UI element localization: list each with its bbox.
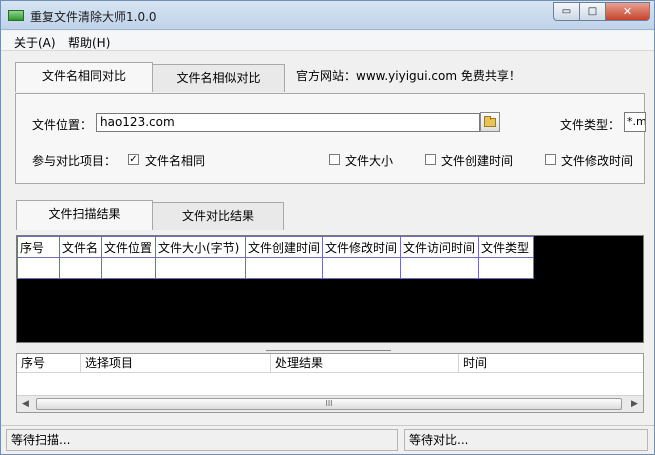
minimize-button[interactable]: ▭ [553, 2, 580, 21]
process-list-header: 序号 选择项目 处理结果 时间 [17, 354, 643, 373]
checkbox-filename-same[interactable]: ✓ [128, 154, 139, 165]
process-list[interactable]: 序号 选择项目 处理结果 时间 ◀ III ▶ [16, 353, 644, 413]
scroll-right-icon[interactable]: ▶ [626, 396, 643, 412]
col-selected-item[interactable]: 选择项目 [81, 354, 271, 373]
col-index[interactable]: 序号 [17, 236, 60, 258]
scroll-left-icon[interactable]: ◀ [17, 396, 34, 412]
table-header-row: 序号 文件名 文件位置 文件大小(字节) 文件创建时间 文件修改时间 文件访问时… [17, 236, 535, 258]
option-filename-same-label: 文件名相同 [145, 154, 206, 168]
close-button[interactable]: ✕ [606, 2, 650, 21]
col-create-time[interactable]: 文件创建时间 [244, 236, 324, 258]
close-icon: ✕ [622, 5, 633, 18]
horizontal-scrollbar[interactable]: ◀ III ▶ [17, 395, 643, 412]
scroll-thumb[interactable]: III [36, 398, 622, 410]
checkbox-file-size[interactable] [329, 154, 340, 165]
col-location[interactable]: 文件位置 [101, 236, 156, 258]
tab-compare-results[interactable]: 文件对比结果 [152, 202, 284, 230]
splitter-grip [266, 345, 391, 351]
col-result[interactable]: 处理结果 [271, 354, 459, 373]
pane-splitter[interactable] [16, 343, 644, 353]
folder-icon [484, 115, 496, 127]
window-title: 重复文件清除大师1.0.0 [30, 10, 157, 24]
title-bar[interactable]: 重复文件清除大师1.0.0 ▭ □ ✕ [1, 1, 654, 30]
settings-panel [15, 93, 645, 184]
tab-filename-same[interactable]: 文件名相同对比 [15, 62, 153, 92]
col-filename[interactable]: 文件名 [59, 236, 102, 258]
website-info: 官方网站：www.yiyigui.com 免费共享！ [296, 69, 521, 83]
col-size[interactable]: 文件大小(字节) [155, 236, 246, 258]
menu-about[interactable]: 关于(A) [14, 34, 56, 51]
col-modify-time[interactable]: 文件修改时间 [322, 236, 402, 258]
tab-scan-results[interactable]: 文件扫描结果 [16, 200, 153, 230]
window-controls: ▭ □ ✕ [553, 2, 650, 21]
compare-items-label: 参与对比项目： [32, 154, 117, 168]
menu-bar: 关于(A) 帮助(H) [1, 31, 654, 51]
option-create-time-label: 文件创建时间 [441, 154, 514, 168]
type-label: 文件类型： [560, 118, 621, 132]
file-type-input[interactable]: *.mp [624, 112, 646, 132]
app-icon [8, 10, 24, 21]
scan-status: 等待扫描... [6, 429, 398, 451]
minimize-icon: ▭ [561, 6, 572, 17]
scan-results-table: 序号 文件名 文件位置 文件大小(字节) 文件创建时间 文件修改时间 文件访问时… [17, 236, 535, 279]
checkbox-create-time[interactable] [425, 154, 436, 165]
col-time[interactable]: 时间 [459, 354, 643, 373]
status-bar: 等待扫描... 等待对比... [1, 425, 654, 454]
col-file-type[interactable]: 文件类型 [478, 236, 535, 258]
compare-status: 等待对比... [404, 429, 648, 451]
table-row[interactable] [17, 257, 535, 279]
maximize-button[interactable]: □ [580, 2, 606, 21]
location-label: 文件位置： [32, 118, 93, 132]
option-modify-time-label: 文件修改时间 [561, 154, 634, 168]
maximize-icon: □ [587, 6, 598, 17]
checkbox-modify-time[interactable] [545, 154, 556, 165]
menu-help[interactable]: 帮助(H) [68, 34, 110, 51]
browse-folder-button[interactable] [480, 112, 500, 132]
scan-results-grid[interactable]: 序号 文件名 文件位置 文件大小(字节) 文件创建时间 文件修改时间 文件访问时… [16, 235, 644, 343]
main-window: 重复文件清除大师1.0.0 ▭ □ ✕ 关于(A) 帮助(H) 文件名相同对比 … [0, 0, 655, 455]
tab-filename-similar[interactable]: 文件名相似对比 [152, 64, 285, 92]
col-index[interactable]: 序号 [17, 354, 81, 373]
option-file-size-label: 文件大小 [345, 154, 394, 168]
location-input[interactable]: hao123.com [96, 113, 480, 132]
check-icon: ✓ [129, 154, 138, 165]
col-access-time[interactable]: 文件访问时间 [400, 236, 480, 258]
